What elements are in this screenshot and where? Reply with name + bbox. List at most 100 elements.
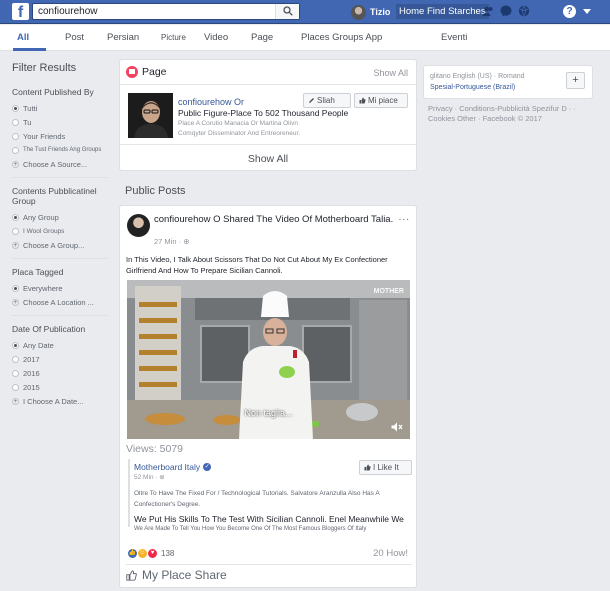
date-filter-title: Date Of Publication [12, 324, 86, 334]
more-options-icon[interactable]: ... [399, 212, 410, 223]
user-avatar [351, 4, 366, 20]
filter-option[interactable]: Everywhere [12, 281, 112, 295]
language-link[interactable]: Spesial-Portuguese (Brazil) [430, 84, 515, 91]
tab-video[interactable]: Video [204, 32, 228, 43]
verified-badge-icon: ✓ [203, 463, 212, 471]
facebook-logo[interactable]: f [12, 3, 29, 20]
radio-selected-icon [12, 341, 19, 349]
post-actions[interactable]: My Place Share [126, 568, 227, 582]
post-card: confiourehow O Shared The Video Of Mothe… [119, 205, 417, 588]
show-all-link[interactable]: Show All [373, 68, 408, 78]
search-input[interactable] [33, 4, 271, 19]
thumbs-up-icon [359, 97, 366, 104]
show-all-pages-link[interactable]: Show All [120, 153, 416, 165]
friend-requests-icon[interactable] [482, 5, 494, 17]
page-meta: Comqyter Disseminator And Entreoreneur. [178, 130, 301, 137]
group-filter-title: Contents Pubblicatinel Group [12, 186, 97, 206]
choose-date-link[interactable]: + I Choose A Date... [12, 394, 112, 408]
page-meta: Place A Corutio Manacia Or Martina Olivn [178, 120, 298, 127]
radio-icon [12, 146, 19, 154]
filter-option[interactable]: Tu [12, 115, 112, 129]
shared-timestamp[interactable]: 52 Min · ⊕ [134, 473, 165, 481]
tab-persian[interactable]: Persian [107, 32, 139, 43]
tab-post[interactable]: Post [65, 32, 84, 43]
page-name-link[interactable]: confiourehow Or [178, 97, 244, 107]
user-profile-link[interactable]: Tizio [351, 3, 390, 21]
flag-page-icon [126, 66, 138, 78]
user-name: Tizio [370, 7, 391, 17]
follow-button[interactable]: Sliah [303, 93, 351, 108]
post-author-avatar[interactable] [127, 214, 150, 237]
radio-selected-icon [12, 284, 19, 292]
filter-option[interactable]: Tutti [12, 101, 112, 115]
page-result-card: Page Show All confiourehow Or Public Fig… [119, 59, 417, 171]
divider [12, 177, 107, 178]
plus-icon: + [12, 298, 19, 306]
reactions-summary[interactable]: 👍 ☺ ♥ 138 [128, 549, 174, 558]
footer-links[interactable]: Privacy · Conditions-Pubblicità Spezifur… [428, 104, 594, 124]
messages-icon[interactable] [500, 5, 512, 17]
choose-source-link[interactable]: + Choose A Source... [12, 157, 112, 171]
view-count: Views: 5079 [126, 443, 184, 455]
like-page-button[interactable]: Mi piace [354, 93, 408, 108]
filter-option[interactable]: Any Date [12, 338, 112, 352]
account-menu-caret-icon[interactable] [583, 9, 591, 14]
filter-option[interactable]: 2016 [12, 366, 112, 380]
filter-option[interactable]: Any Group [12, 210, 112, 224]
choose-group-link[interactable]: + Choose A Group... [12, 238, 112, 252]
person-photo-icon [128, 93, 173, 138]
like-reaction-icon: 👍 [128, 549, 137, 558]
filter-option[interactable]: I Wool Groups [12, 224, 112, 238]
pencil-icon [309, 98, 314, 103]
radio-selected-icon [12, 213, 19, 221]
globe-privacy-icon: ⊕ [183, 237, 190, 246]
top-navigation-bar: f Tizio Home Find Starches ? [0, 0, 610, 24]
add-language-button[interactable]: + [566, 72, 585, 89]
public-posts-title: Public Posts [125, 185, 186, 197]
tab-all[interactable]: All [17, 32, 29, 43]
search-button[interactable] [275, 4, 299, 19]
filter-option[interactable]: 2017 [12, 352, 112, 366]
tab-places-groups-app[interactable]: Places Groups App [301, 32, 382, 43]
post-timestamp[interactable]: 27 Min · ⊕ [154, 237, 189, 246]
active-tab-indicator [13, 48, 46, 51]
like-shared-page-button[interactable]: I Like It [359, 460, 412, 475]
published-by-title: Content Published By [12, 87, 94, 97]
choose-location-link[interactable]: + Choose A Location ... [12, 295, 112, 309]
comments-count[interactable]: 20 How! [373, 548, 408, 559]
reaction-count: 138 [161, 549, 175, 558]
tab-page[interactable]: Page [251, 32, 273, 43]
search-tabs: All Post Persian Picture Video Page Plac… [0, 25, 610, 51]
video-player[interactable]: MOTHER Non taglia... [127, 280, 410, 439]
tab-picture[interactable]: Picture [161, 33, 186, 42]
radio-icon [12, 227, 19, 235]
shared-author[interactable]: Motherboard Italy ✓ [134, 462, 212, 472]
shared-post: Motherboard Italy ✓ 52 Min · ⊕ I Like It… [128, 459, 412, 532]
search-icon [283, 6, 293, 16]
shared-text: We Put His Skills To The Test With Sicil… [134, 514, 404, 524]
home-link[interactable]: Home Find Starches [396, 4, 489, 19]
radio-icon [12, 132, 19, 140]
radio-icon [12, 369, 19, 377]
mute-icon[interactable] [391, 422, 403, 432]
video-caption: Non taglia... [244, 408, 293, 418]
thumbs-up-icon [126, 569, 137, 581]
tab-events[interactable]: Eventi [441, 32, 467, 43]
language-links[interactable]: glitano English (US) · Romand [430, 73, 525, 80]
globe-privacy-icon: ⊕ [159, 474, 165, 481]
post-header[interactable]: confiourehow O Shared The Video Of Mothe… [154, 215, 394, 225]
filter-option[interactable]: Your Friends [12, 129, 112, 143]
shared-text: We Are Made To Tell You How You Become O… [134, 526, 367, 532]
divider [120, 84, 416, 85]
help-icon[interactable]: ? [563, 5, 576, 18]
filter-option[interactable]: 2015 [12, 380, 112, 394]
thumbs-up-icon [364, 464, 371, 471]
shared-text: Oltre To Have The Fixed For / Technologi… [134, 490, 380, 508]
globe-notifications-icon[interactable] [518, 5, 530, 17]
page-section-header: Page [126, 66, 167, 78]
page-description: Public Figure-Place To 502 Thousand Peop… [178, 108, 349, 118]
filter-option[interactable]: The Tust Friends Ang Groups [12, 143, 112, 157]
love-reaction-icon: ♥ [148, 549, 157, 558]
search-box [32, 3, 300, 20]
page-profile-photo[interactable] [128, 93, 173, 138]
